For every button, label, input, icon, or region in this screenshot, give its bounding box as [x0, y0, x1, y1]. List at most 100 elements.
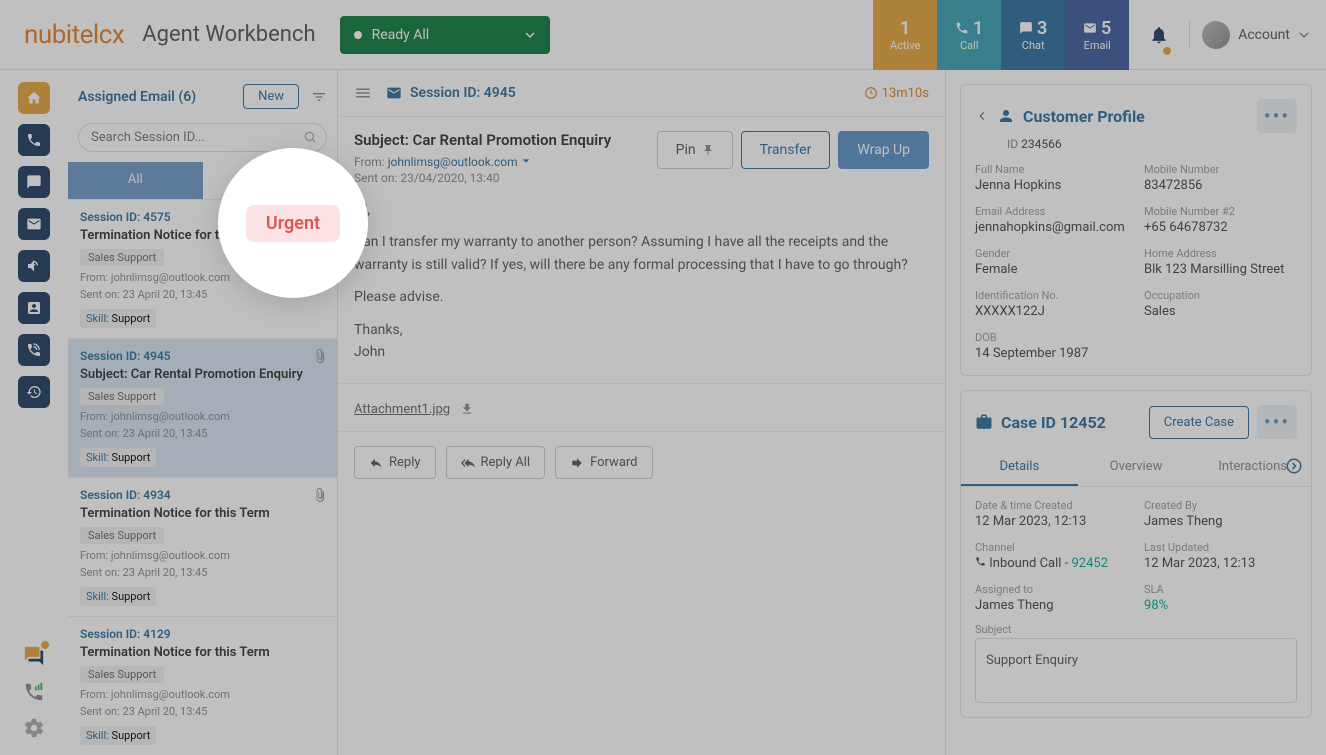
nav-home[interactable] [18, 82, 50, 114]
session-item[interactable]: Session ID: 4945 Subject: Car Rental Pro… [68, 338, 337, 477]
status-dropdown[interactable]: Ready All [340, 16, 550, 54]
tab-all[interactable]: All [68, 162, 203, 199]
nav-settings[interactable] [23, 717, 45, 739]
phone-icon [975, 556, 986, 567]
email-sent: Sent on: 23/04/2020, 13:40 [354, 171, 657, 185]
pin-icon [702, 144, 714, 156]
nav-email[interactable] [18, 208, 50, 240]
field-label: Email Address [975, 205, 1128, 218]
counter-call[interactable]: 1 Call [937, 0, 1001, 70]
counter-active[interactable]: 1 Active [873, 0, 937, 70]
session-sent: Sent on: 23 April 20, 13:45 [80, 426, 325, 443]
attachment-link[interactable]: Attachment1.jpg [354, 402, 450, 417]
logo-text: nubitelcx [24, 20, 124, 50]
wrapup-button[interactable]: Wrap Up [838, 131, 929, 169]
field-label: Full Name [975, 163, 1128, 176]
reply-button[interactable]: Reply [354, 446, 436, 479]
timer-value: 13m10s [882, 86, 929, 101]
create-case-button[interactable]: Create Case [1149, 406, 1249, 439]
field-label: Occupation [1144, 289, 1297, 302]
status-dot-icon [354, 31, 362, 39]
nav-chat[interactable] [18, 166, 50, 198]
tab-details[interactable]: Details [961, 449, 1078, 486]
counter-email-num: 5 [1101, 18, 1111, 39]
field-label: Date & time Created [975, 499, 1128, 512]
skill-label: Skill: [86, 451, 109, 464]
urgent-badge: Urgent [246, 205, 340, 242]
download-icon[interactable] [460, 402, 474, 416]
transfer-button[interactable]: Transfer [741, 131, 831, 169]
field-value: Inbound Call - 92452 [975, 556, 1128, 571]
skill-label: Skill: [86, 729, 109, 742]
logo: nubitelcx [24, 20, 124, 50]
new-button[interactable]: New [243, 84, 299, 109]
session-item[interactable]: Session ID: 4934 Termination Notice for … [68, 477, 337, 616]
field-value: 12 Mar 2023, 12:13 [1144, 556, 1297, 571]
skill-label: Skill: [86, 590, 109, 603]
counter-chat[interactable]: 3 Chat [1001, 0, 1065, 70]
reply-all-button[interactable]: Reply All [446, 446, 546, 479]
field-label: Created By [1144, 499, 1297, 512]
case-tabs: Details Overview Interactions [961, 449, 1311, 487]
filter-icon[interactable] [311, 89, 327, 105]
email-detail-panel: Session ID: 4945 13m10s Subject: Car Ren… [338, 70, 946, 755]
field-label: Mobile Number [1144, 163, 1297, 176]
profile-more-button[interactable]: ••• [1257, 99, 1297, 133]
counter-email[interactable]: 5 Email [1065, 0, 1129, 70]
presence-chat[interactable] [23, 645, 45, 667]
list-title: Assigned Email (6) [78, 89, 196, 105]
nav-contacts[interactable] [18, 292, 50, 324]
chevron-left-icon[interactable] [975, 109, 989, 123]
tab-overview[interactable]: Overview [1078, 449, 1195, 486]
account-menu[interactable]: Account [1202, 21, 1310, 49]
notifications-button[interactable] [1141, 25, 1177, 45]
chat-bubbles-icon [23, 645, 45, 667]
pin-button[interactable]: Pin [657, 131, 733, 169]
nav-call[interactable] [18, 124, 50, 156]
forward-button[interactable]: Forward [555, 446, 652, 479]
nav-campaign[interactable] [18, 250, 50, 282]
envelope-icon [26, 216, 42, 232]
profile-id: ID 234566 [1007, 137, 1297, 151]
session-id: Session ID: 4945 [80, 349, 325, 363]
caret-down-icon[interactable] [521, 156, 531, 166]
chevron-right-icon[interactable] [1285, 457, 1303, 475]
top-bar: nubitelcx Agent Workbench Ready All 1 Ac… [0, 0, 1326, 70]
field-label: Subject [975, 623, 1297, 636]
field-value: jennahopkins@gmail.com [975, 220, 1128, 235]
clock-icon [864, 86, 878, 100]
dialer-icon [26, 342, 42, 358]
field-value: XXXXX122J [975, 304, 1128, 319]
profile-title: Customer Profile [997, 107, 1145, 126]
nav-history[interactable] [18, 376, 50, 408]
email-subject: Subject: Car Rental Promotion Enquiry [354, 131, 657, 149]
field-label: Channel [975, 541, 1128, 554]
session-from: From: johnlimsg@outlook.com [80, 687, 325, 704]
session-item[interactable]: Session ID: 4129 Termination Notice for … [68, 616, 337, 755]
avatar [1202, 21, 1230, 49]
phone-icon [955, 21, 969, 35]
reply-icon [369, 456, 383, 470]
contact-icon [26, 300, 42, 316]
case-subject-input[interactable] [975, 638, 1297, 703]
menu-icon[interactable] [354, 84, 372, 102]
envelope-icon [1083, 21, 1097, 35]
skill-label: Skill: [86, 312, 109, 325]
session-subject: Termination Notice for this Term [80, 645, 325, 660]
session-badge: Sales Support [80, 527, 164, 544]
from-email-link[interactable]: johnlimsg@outlook.com [388, 155, 518, 169]
field-label: DOB [975, 331, 1128, 344]
field-value: James Theng [975, 598, 1128, 613]
nav-dialer[interactable] [18, 334, 50, 366]
field-label: SLA [1144, 583, 1297, 596]
chevron-down-icon [1298, 29, 1310, 41]
session-badge: Sales Support [80, 388, 164, 405]
presence-call[interactable] [23, 681, 45, 703]
channel-ref-link[interactable]: 92452 [1071, 556, 1108, 571]
channel-counters: 1 Active 1 Call 3 Chat 5 Email [873, 0, 1129, 70]
field-value: Jenna Hopkins [975, 178, 1128, 193]
session-timer: 13m10s [864, 86, 929, 101]
body-line: Please advise. [354, 286, 929, 308]
field-value: Sales [1144, 304, 1297, 319]
case-more-button[interactable]: ••• [1257, 405, 1297, 439]
